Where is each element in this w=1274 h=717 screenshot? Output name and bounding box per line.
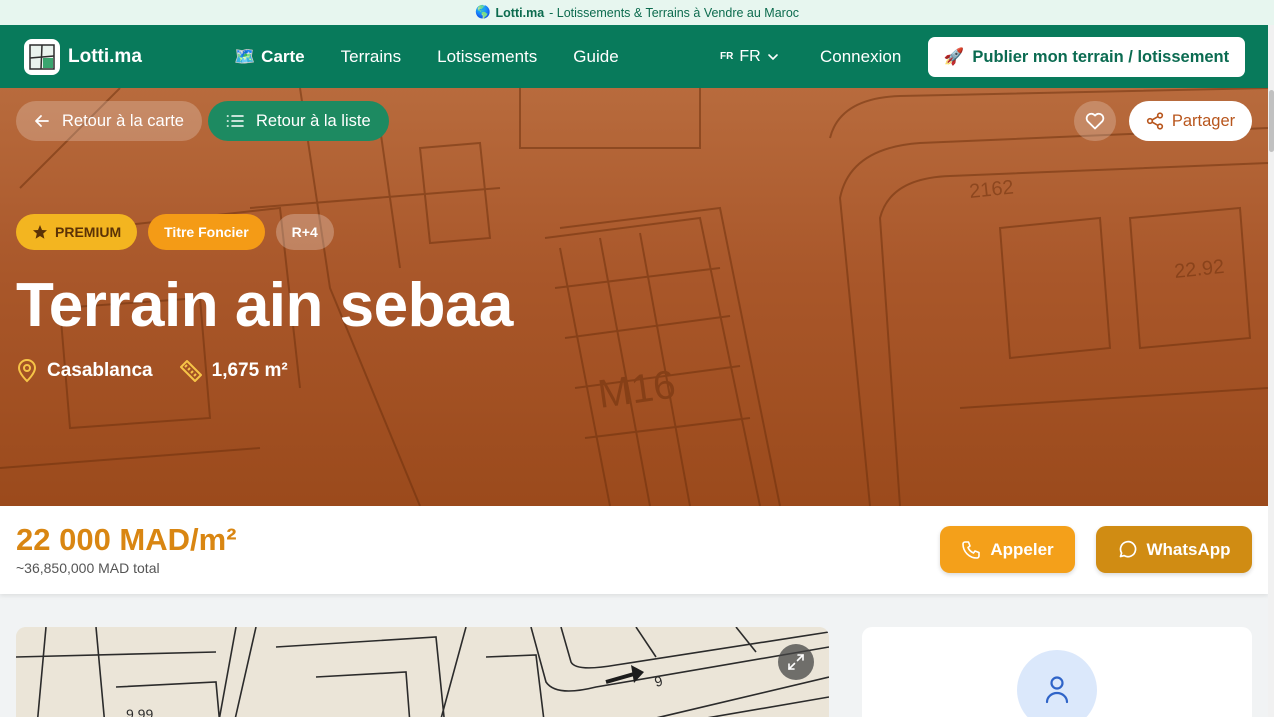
nav-link-carte[interactable]: 🗺️ Carte (234, 47, 305, 67)
listing-badges: PREMIUM Titre Foncier R+4 (16, 214, 334, 250)
list-icon (226, 115, 244, 127)
publish-button[interactable]: 🚀 Publier mon terrain / lotissement (928, 37, 1245, 77)
listing-title: Terrain ain sebaa (16, 271, 513, 340)
heart-icon (1085, 112, 1105, 130)
favorite-button[interactable] (1074, 101, 1116, 141)
price-per-m2: 22 000 MAD/m² (16, 522, 237, 557)
map-icon: 🗺️ (234, 46, 256, 66)
area-label: 1,675 m² (211, 360, 288, 381)
back-to-map-label: Retour à la carte (62, 111, 184, 130)
svg-text:2162: 2162 (968, 176, 1015, 203)
phone-icon (962, 540, 981, 559)
location: Casablanca (16, 359, 153, 383)
svg-text:9.99: 9.99 (126, 706, 153, 717)
nav-links: 🗺️ Carte Terrains Lotissements Guide (234, 25, 619, 88)
call-button[interactable]: Appeler (940, 526, 1075, 573)
seller-card (862, 627, 1252, 717)
user-icon (1045, 676, 1069, 704)
nav-link-terrains[interactable]: Terrains (341, 47, 401, 67)
avatar (1017, 650, 1097, 717)
premium-label: PREMIUM (55, 224, 122, 240)
city-label: Casablanca (47, 360, 153, 381)
price-total: ~36,850,000 MAD total (16, 560, 160, 576)
banner-brand: Lotti.ma (495, 5, 545, 20)
login-link[interactable]: Connexion (820, 25, 901, 88)
whatsapp-label: WhatsApp (1146, 539, 1231, 559)
brand-name[interactable]: Lotti.ma (68, 46, 142, 68)
language-selector[interactable]: FR FR (720, 25, 779, 88)
floors-badge: R+4 (275, 214, 334, 250)
back-to-map-button[interactable]: Retour à la carte (16, 101, 202, 141)
svg-text:M16: M16 (595, 363, 678, 417)
expand-photo-button[interactable] (778, 644, 814, 680)
publish-label: Publier mon terrain / lotissement (972, 47, 1230, 66)
lang-label: FR (739, 47, 761, 65)
back-to-list-button[interactable]: Retour à la liste (208, 101, 389, 141)
nav-link-label: Carte (261, 46, 305, 66)
scrollbar-thumb[interactable] (1269, 90, 1274, 152)
share-icon (1146, 112, 1163, 130)
price-bar: 22 000 MAD/m² ~36,850,000 MAD total Appe… (0, 506, 1268, 594)
lang-code: FR (720, 51, 734, 62)
banner-text: - Lotissements & Terrains à Vendre au Ma… (549, 5, 800, 20)
surface: 1,675 m² (179, 359, 288, 383)
rocket-icon: 🚀 (943, 47, 965, 66)
whatsapp-button[interactable]: WhatsApp (1096, 526, 1252, 573)
back-to-list-label: Retour à la liste (256, 111, 371, 130)
expand-icon (788, 654, 804, 670)
globe-icon: 🌎 (474, 5, 491, 19)
hero-section: M16 2162 22.92 Retour à la carte Retour … (0, 88, 1268, 506)
content-area: 9.99 9 (0, 594, 1268, 717)
svg-text:22.92: 22.92 (1173, 256, 1225, 283)
nav-link-guide[interactable]: Guide (573, 47, 618, 67)
map-pin-icon (17, 359, 37, 383)
star-icon (33, 225, 47, 239)
titre-foncier-badge: Titre Foncier (148, 214, 265, 250)
listing-photo[interactable]: 9.99 9 (16, 627, 829, 717)
main-nav: Lotti.ma 🗺️ Carte Terrains Lotissements … (0, 25, 1274, 88)
cadastral-plan-image: 9.99 9 (16, 627, 829, 717)
ruler-icon (179, 360, 202, 382)
top-banner: 🌎 Lotti.ma - Lotissements & Terrains à V… (0, 0, 1274, 25)
premium-badge: PREMIUM (16, 214, 138, 250)
message-circle-icon (1120, 540, 1137, 557)
logo-icon[interactable] (24, 38, 60, 75)
share-label: Partager (1171, 111, 1236, 130)
listing-meta: Casablanca 1,675 m² (16, 359, 288, 383)
chevron-down-icon (767, 53, 778, 60)
share-button[interactable]: Partager (1129, 101, 1252, 141)
arrow-left-icon (35, 115, 49, 127)
call-label: Appeler (990, 539, 1054, 559)
nav-link-lotissements[interactable]: Lotissements (437, 47, 537, 67)
